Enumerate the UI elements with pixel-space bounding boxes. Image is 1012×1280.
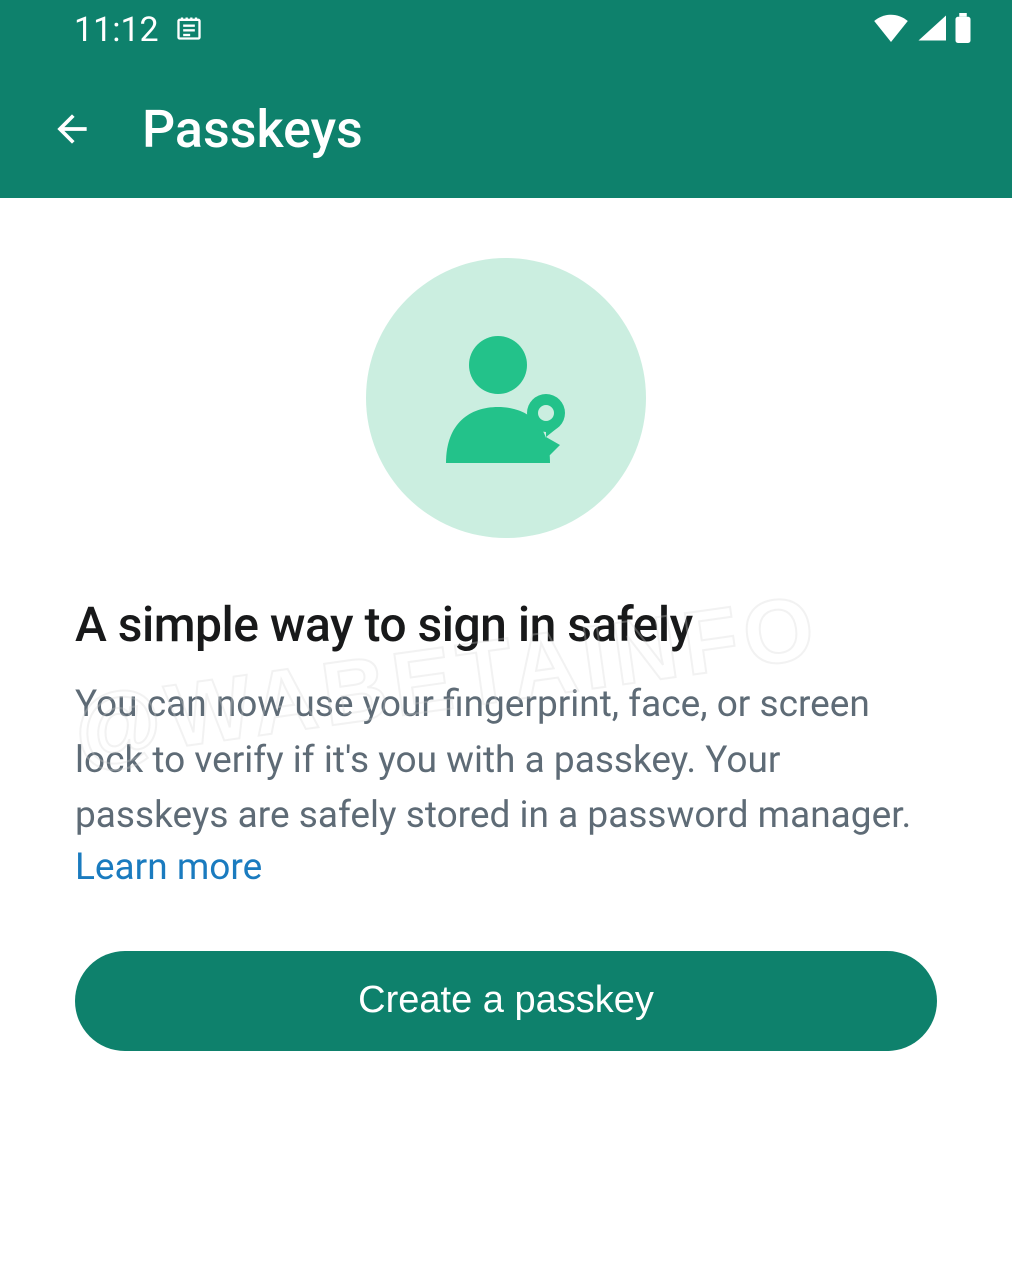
header-bar: 11:12 xyxy=(0,0,1012,198)
back-arrow-icon[interactable] xyxy=(50,107,94,151)
news-icon xyxy=(175,14,203,46)
body-text: You can now use your fingerprint, face, … xyxy=(75,677,937,844)
page-title: Passkeys xyxy=(142,99,363,160)
status-time: 11:12 xyxy=(74,10,159,50)
heading: A simple way to sign in safely xyxy=(75,596,693,653)
main-content: A simple way to sign in safely You can n… xyxy=(0,198,1012,1051)
cellular-icon xyxy=(916,15,946,45)
create-passkey-button[interactable]: Create a passkey xyxy=(75,951,937,1051)
status-right xyxy=(874,13,972,47)
battery-icon xyxy=(954,13,972,47)
appbar: Passkeys xyxy=(0,60,1012,198)
learn-more-link[interactable]: Learn more xyxy=(75,846,262,889)
status-bar: 11:12 xyxy=(0,0,1012,60)
wifi-icon xyxy=(874,14,908,46)
hero-illustration xyxy=(366,258,646,538)
person-key-icon xyxy=(426,321,586,475)
status-left: 11:12 xyxy=(74,10,203,50)
